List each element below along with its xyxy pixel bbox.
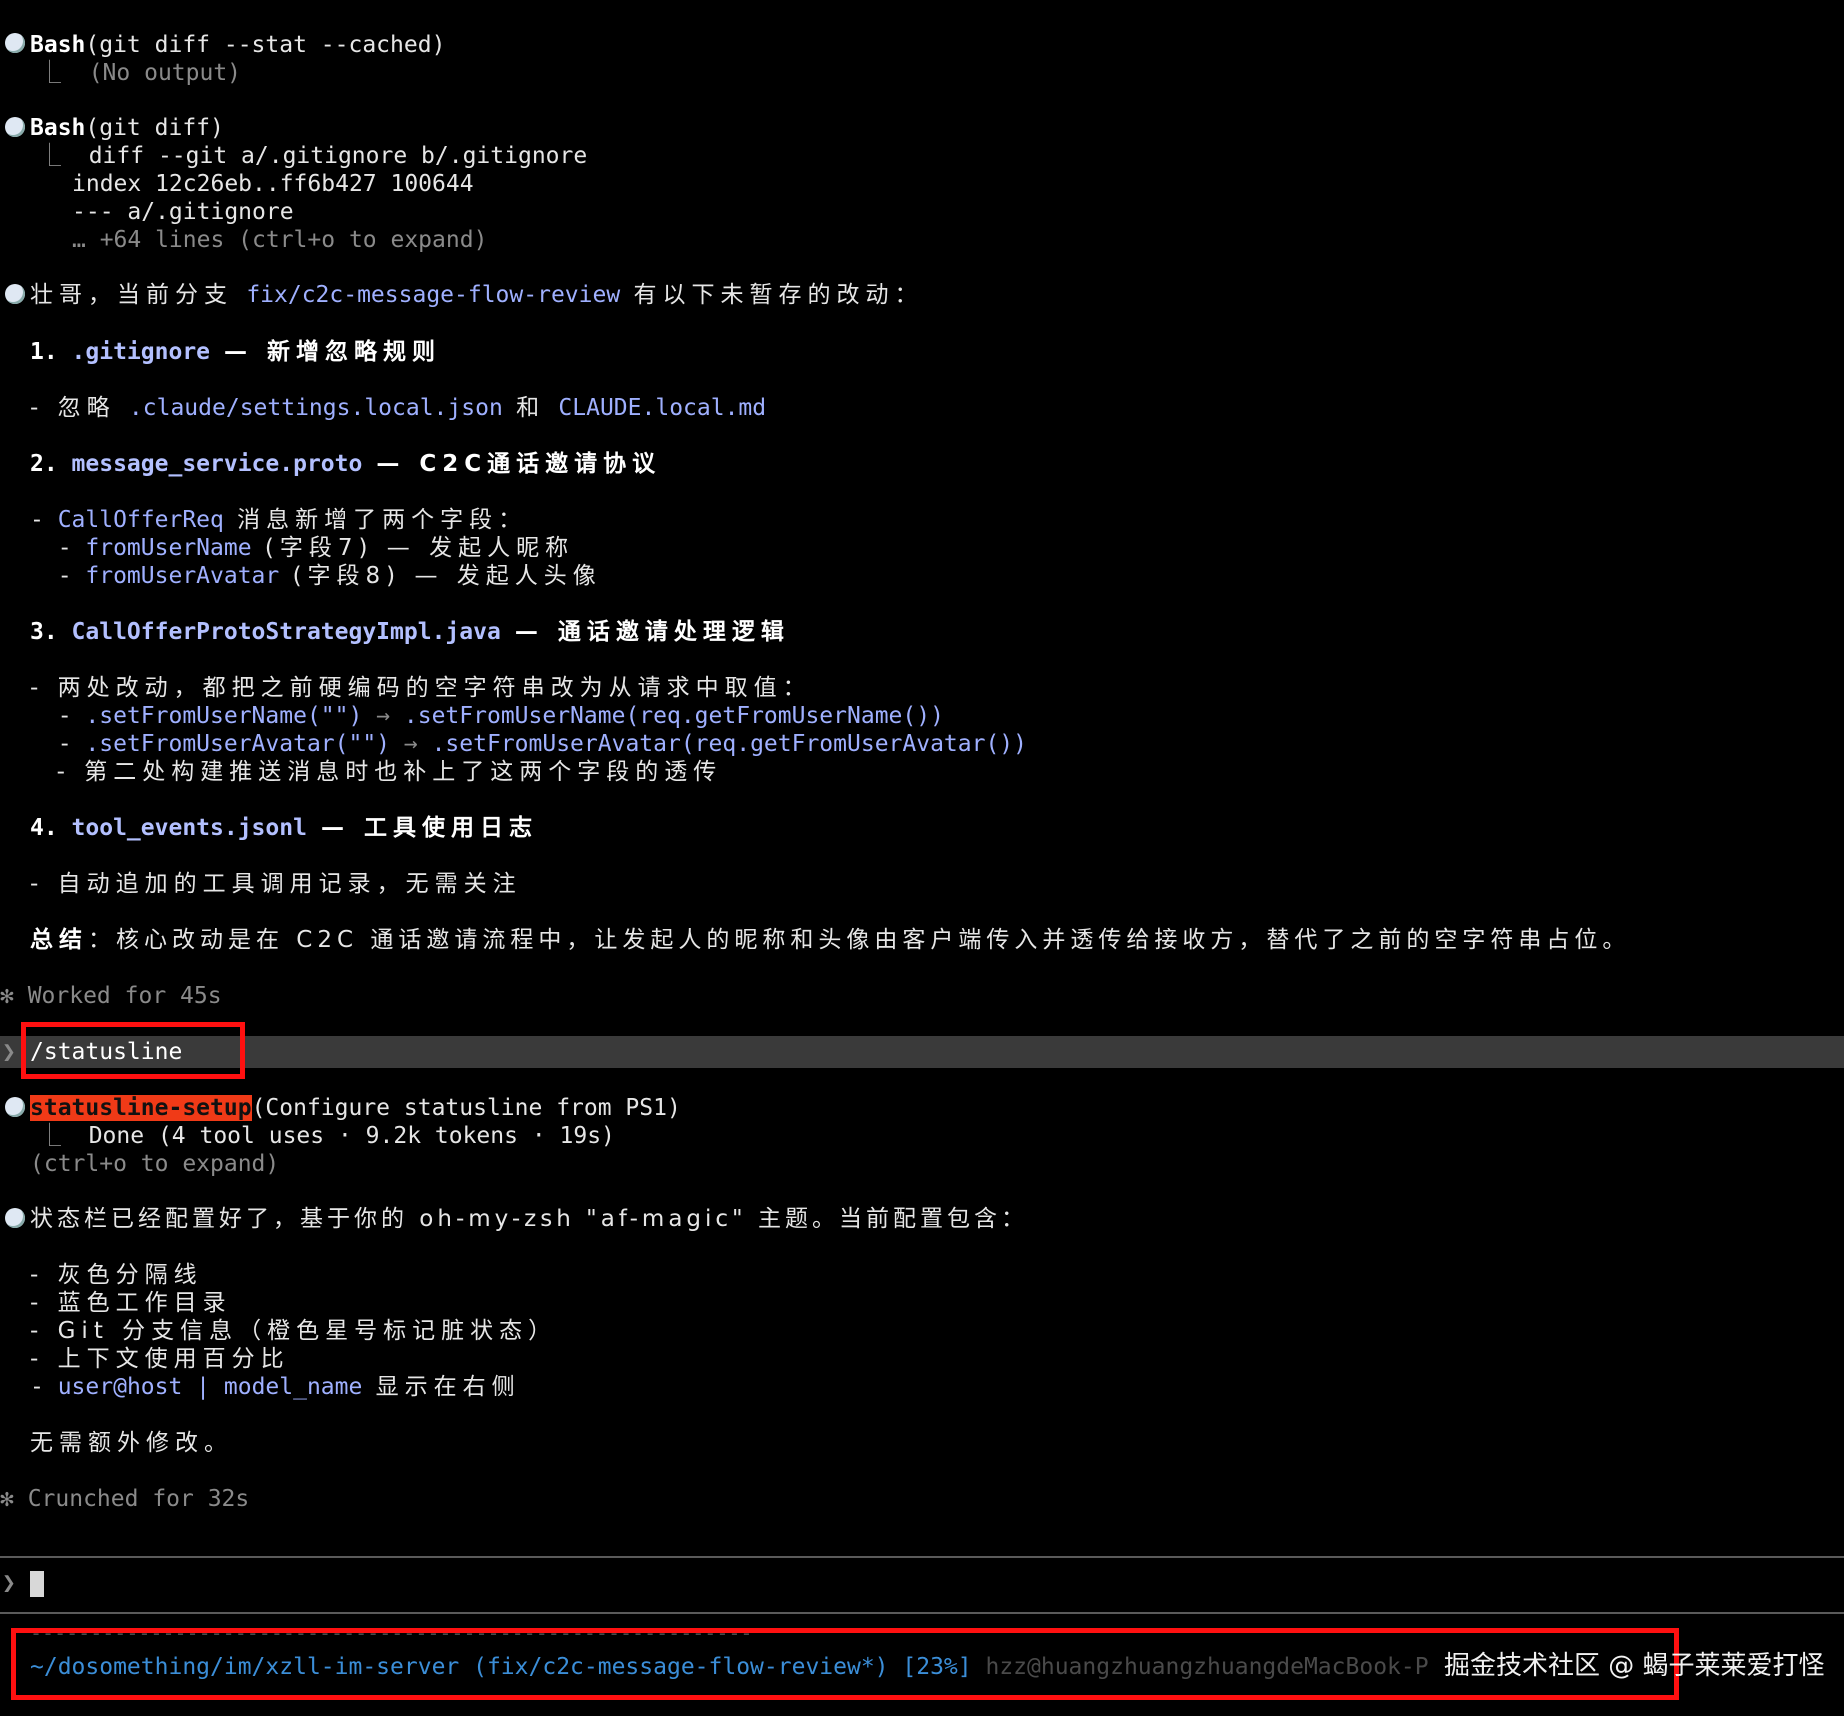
tool-bullet-icon (5, 117, 25, 137)
section-3-heading: 3. CallOfferProtoStrategyImpl.java — 通话邀… (30, 619, 790, 645)
section-2-heading: 2. message_service.proto — C2C通话邀请协议 (30, 451, 662, 477)
list-item: - .setFromUserName("") → .setFromUserNam… (30, 703, 944, 729)
expand-hint[interactable]: … +64 lines (ctrl+o to expand) (72, 225, 487, 255)
worked-time: ✻ Worked for 45s (0, 983, 222, 1009)
closing-text: 无需额外修改。 (30, 1430, 233, 1456)
bash-output-line: ⎿ diff --git a/.gitignore b/.gitignore (38, 143, 588, 169)
highlight-box (11, 1628, 1679, 1700)
list-item: - 自动追加的工具调用记录，无需关注 (30, 871, 522, 897)
list-item: - 上下文使用百分比 (30, 1346, 290, 1372)
watermark: 掘金技术社区 @ 蝎子莱莱爱打怪 (1444, 1651, 1825, 1681)
input-top-border (0, 1556, 1844, 1558)
text-cursor (29, 1570, 44, 1597)
list-item: - 两处改动，都把之前硬编码的空字符串改为从请求中取值： (30, 675, 812, 701)
agent-result: ⎿ Done (4 tool uses · 9.2k tokens · 19s) (38, 1123, 615, 1149)
agent-call: statusline-setup(Configure statusline fr… (30, 1095, 681, 1121)
list-item: - user@host | model_name 显示在右侧 (30, 1374, 521, 1400)
message-bullet-icon (5, 284, 25, 304)
status-intro: 状态栏已经配置好了，基于你的 oh-my-zsh "af-magic" 主题。当… (30, 1206, 1028, 1232)
bash-output-line: index 12c26eb..ff6b427 100644 (72, 171, 474, 197)
list-item: - 蓝色工作目录 (30, 1290, 232, 1316)
prompt-caret: ❯ (2, 1039, 16, 1065)
bash-output-line: --- a/.gitignore (72, 199, 294, 225)
bash-call-1: Bash(git diff --stat --cached) (30, 32, 446, 58)
summary-intro: 壮哥，当前分支 fix/c2c-message-flow-review 有以下未… (30, 282, 924, 308)
input-bottom-border (0, 1612, 1844, 1614)
prompt-history-bar (0, 1036, 1844, 1068)
list-item: - Git 分支信息（橙色星号标记脏状态） (30, 1318, 558, 1344)
tool-bullet-icon (5, 1097, 25, 1117)
expand-hint[interactable]: (ctrl+o to expand) (30, 1149, 279, 1179)
bash-result-1: ⎿ (No output) (38, 60, 242, 86)
highlight-box (21, 1022, 245, 1079)
list-item: - 灰色分隔线 (30, 1262, 203, 1288)
crunched-time: ✻ Crunched for 32s (0, 1486, 250, 1512)
section-1-heading: 1. .gitignore — 新增忽略规则 (30, 339, 442, 365)
list-item: - .setFromUserAvatar("") → .setFromUserA… (30, 731, 1028, 757)
list-item: - fromUserAvatar (字段8) — 发起人头像 (30, 563, 602, 589)
list-item: - CallOfferReq 消息新增了两个字段： (30, 507, 528, 533)
list-item: - 第二处构建推送消息时也补上了这两个字段的透传 (30, 759, 723, 785)
section-4-heading: 4. tool_events.jsonl — 工具使用日志 (30, 815, 538, 841)
list-item: - 忽略 .claude/settings.local.json 和 CLAUD… (30, 395, 767, 421)
tool-bullet-icon (5, 33, 25, 53)
message-bullet-icon (5, 1208, 25, 1228)
list-item: - fromUserName (字段7) — 发起人昵称 (30, 535, 575, 561)
conclusion: 总结：核心改动是在 C2C 通话邀请流程中，让发起人的昵称和头像由客户端传入并透… (30, 927, 1631, 953)
bash-call-2: Bash(git diff) (30, 115, 224, 141)
input-prompt[interactable]: ❯ (2, 1568, 44, 1598)
